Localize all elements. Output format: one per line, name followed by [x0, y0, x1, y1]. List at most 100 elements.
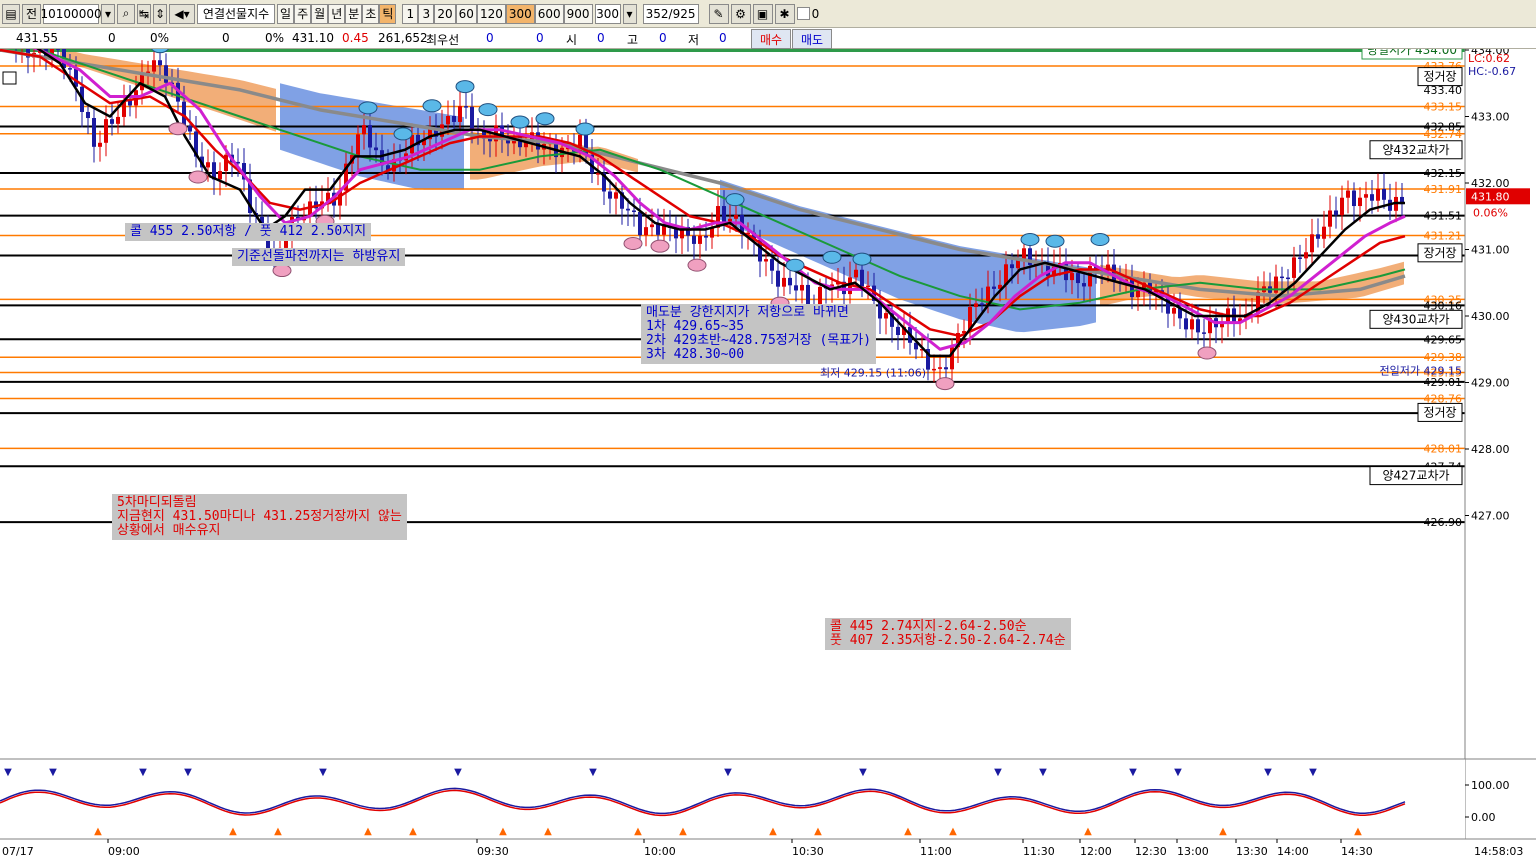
- candle-body: [1310, 234, 1314, 253]
- candle-body: [188, 126, 192, 132]
- candle-body: [896, 326, 900, 335]
- count-dropdown-icon[interactable]: ▾: [622, 3, 637, 24]
- buy-button[interactable]: 매수: [751, 29, 791, 49]
- settings-icon[interactable]: ⚙: [730, 3, 751, 24]
- level-tag: 장거장: [1417, 243, 1463, 263]
- option-checkbox-label: 0: [811, 6, 820, 21]
- option-checkbox[interactable]: [796, 7, 810, 20]
- level-tag: 정거장: [1417, 67, 1463, 87]
- stepper-icon[interactable]: ⇕: [153, 3, 168, 24]
- save-icon[interactable]: ▣: [752, 3, 773, 24]
- candle-body: [1136, 290, 1140, 298]
- tab-interval-120[interactable]: 120: [476, 3, 506, 24]
- count-input[interactable]: 300: [594, 3, 621, 24]
- annotation-call-put-1: 콜 455 2.50저항 / 풋 412 2.50지지: [125, 223, 372, 241]
- osc-arrow: ▲: [1219, 826, 1227, 837]
- candle-body: [980, 303, 984, 306]
- period-tabs: 일주월년분초틱: [277, 3, 397, 24]
- y-tick-label: 428.00: [1471, 443, 1510, 456]
- candle-body: [1382, 188, 1386, 200]
- level-tag-text: 양432교차가: [1382, 143, 1449, 157]
- candle-body: [458, 106, 462, 122]
- tools-icon[interactable]: ✎: [708, 3, 729, 24]
- osc-arrow: ▼: [319, 767, 327, 778]
- high-label: 고: [627, 33, 639, 47]
- search-icon[interactable]: ⌕: [117, 3, 136, 24]
- level-tag: 양430교차가: [1369, 309, 1463, 329]
- quote-volume: 261,652: [378, 31, 428, 45]
- osc-arrow: ▼: [724, 767, 732, 778]
- level-price-label: 433.15: [1424, 101, 1463, 114]
- fullscreen-button[interactable]: 전: [22, 3, 42, 24]
- tab-period-주[interactable]: 주: [294, 3, 312, 24]
- candle-body: [470, 106, 474, 130]
- osc-arrow: ▼: [1264, 767, 1272, 778]
- tab-period-틱[interactable]: 틱: [379, 3, 397, 24]
- osc-arrow: ▲: [1354, 826, 1362, 837]
- tab-interval-20[interactable]: 20: [434, 3, 456, 24]
- candle-body: [74, 68, 78, 87]
- low-marker-text: 최저 429.15 (11:06): [820, 367, 926, 380]
- candle-body: [374, 147, 378, 151]
- instrument-name[interactable]: 연결선물지수: [197, 3, 276, 24]
- osc-arrow: ▼: [49, 767, 57, 778]
- time-now-label: 14:58:03: [1474, 845, 1523, 858]
- signal-top-15: [1045, 234, 1065, 248]
- candle-body: [86, 111, 90, 119]
- tab-interval-60[interactable]: 60: [455, 3, 477, 24]
- signal-top-4: [422, 99, 442, 113]
- chart-menu-icon[interactable]: ▤: [2, 3, 20, 24]
- tab-period-분[interactable]: 분: [345, 3, 363, 24]
- x-tick-label: 11:00: [920, 845, 952, 858]
- price-chart[interactable]: 최고 434.70 (15:28)최저 429.15 (11:06) 427.0…: [0, 49, 1536, 860]
- level-price-label: 426.90: [1424, 516, 1463, 529]
- price-axis-bg: [1465, 49, 1536, 809]
- tab-interval-600[interactable]: 600: [534, 3, 564, 24]
- tab-period-초[interactable]: 초: [362, 3, 380, 24]
- quote-bar: 431.55 0 0% 0 0% 431.10 0.45 261,652 최우선…: [0, 28, 1536, 49]
- signal-top-16: [1090, 233, 1110, 247]
- candle-body: [1076, 273, 1080, 284]
- level-price-label: 431.51: [1424, 210, 1463, 223]
- osc-arrow: ▼: [454, 767, 462, 778]
- osc-arrow: ▲: [769, 826, 777, 837]
- osc-arrow: ▼: [1174, 767, 1182, 778]
- signal-top-13: [852, 252, 872, 266]
- speaker-icon[interactable]: ◀▾: [169, 3, 196, 24]
- tab-interval-3[interactable]: 3: [418, 3, 435, 24]
- level-tag: 양427교차가: [1369, 466, 1463, 486]
- level-price-label: 432.74: [1424, 128, 1463, 141]
- signal-top-9: [575, 122, 595, 136]
- candle-body: [1286, 277, 1290, 280]
- candle-body: [110, 119, 114, 124]
- candle-body: [698, 235, 702, 244]
- signal-bottom-1: [188, 170, 208, 184]
- osc-arrow: ▼: [1309, 767, 1317, 778]
- code-dropdown-icon[interactable]: ▾: [101, 3, 116, 24]
- osc-arrow: ▼: [1129, 767, 1137, 778]
- gear-icon[interactable]: ✱: [774, 3, 795, 24]
- tab-period-일[interactable]: 일: [277, 3, 295, 24]
- osc-arrow: ▲: [499, 826, 507, 837]
- candle-body: [1364, 194, 1368, 198]
- tab-interval-300[interactable]: 300: [505, 3, 535, 24]
- chart-list-icon: [2, 71, 17, 85]
- tab-period-년[interactable]: 년: [328, 3, 346, 24]
- page-info: 352/925: [642, 3, 699, 24]
- candle-body: [1334, 210, 1338, 216]
- y-tick-label: 432.00: [1471, 177, 1510, 190]
- x-tick-label: 10:00: [644, 845, 676, 858]
- code-input[interactable]: 10100000: [41, 3, 102, 24]
- sell-button[interactable]: 매도: [792, 29, 832, 49]
- tab-period-월[interactable]: 월: [311, 3, 329, 24]
- quote-v1: 0: [108, 31, 116, 45]
- tab-interval-900[interactable]: 900: [563, 3, 593, 24]
- level-price-label: 429.65: [1424, 333, 1463, 346]
- candle-body: [632, 210, 636, 213]
- tab-interval-1[interactable]: 1: [402, 3, 419, 24]
- toggle-icon[interactable]: ↹: [137, 3, 152, 24]
- signal-top-6: [478, 103, 498, 117]
- osc-arrow: ▼: [4, 767, 12, 778]
- candle-body: [764, 259, 768, 262]
- candle-body: [1352, 190, 1356, 207]
